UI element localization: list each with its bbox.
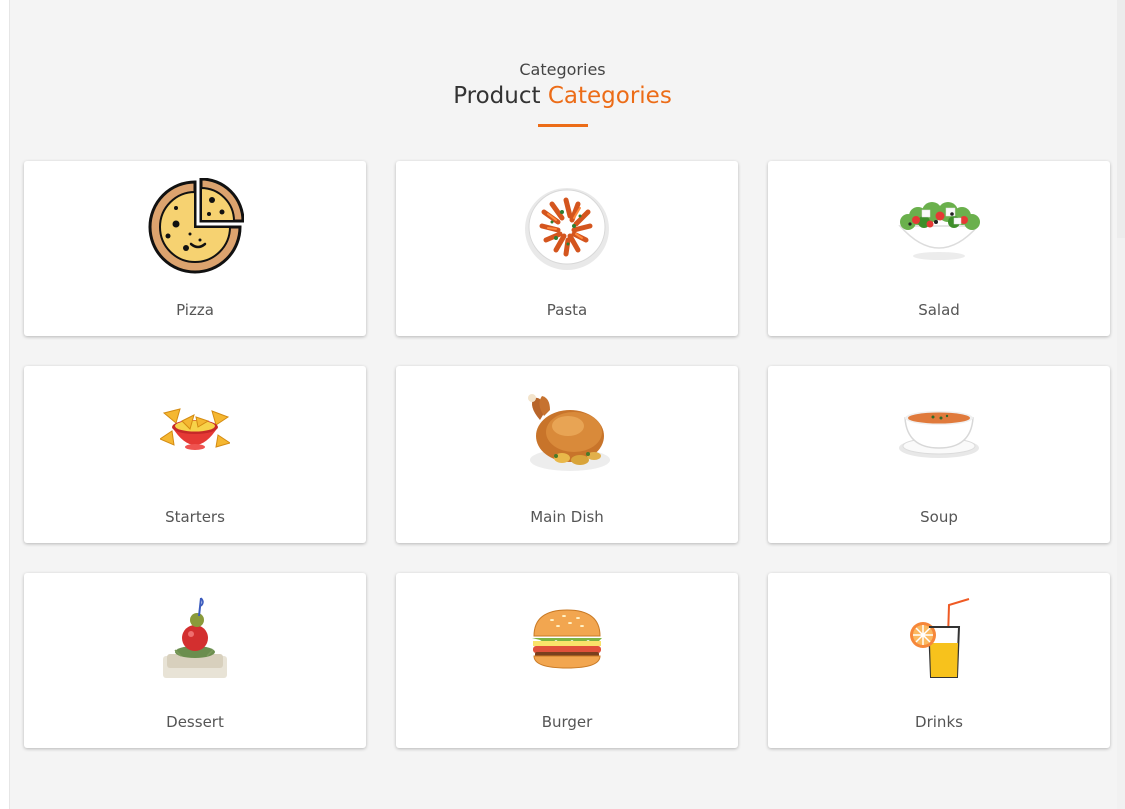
category-card-dessert[interactable]: Dessert (24, 573, 366, 748)
section-header: Categories Product Categories (0, 60, 1125, 127)
drink-icon (889, 589, 989, 689)
nachos-icon (145, 382, 245, 482)
category-card-soup[interactable]: Soup (768, 366, 1110, 543)
soup-bowl-image (889, 382, 989, 482)
category-label: Burger (541, 713, 593, 731)
category-card-drinks[interactable]: Drinks (768, 573, 1110, 748)
category-label: Dessert (166, 713, 224, 731)
category-label: Soup (920, 508, 958, 526)
category-card-burger[interactable]: Burger (396, 573, 738, 748)
section-title: Product Categories (0, 80, 1125, 112)
pasta-plate-image (517, 177, 617, 277)
category-card-main-dish[interactable]: Main Dish (396, 366, 738, 543)
salad-bowl-image (889, 177, 989, 277)
roast-chicken-image (517, 382, 617, 482)
category-label: Pasta (546, 301, 588, 319)
dessert-image (145, 589, 245, 689)
pizza-icon (145, 177, 245, 277)
category-card-pizza[interactable]: Pizza (24, 161, 366, 336)
category-card-salad[interactable]: Salad (768, 161, 1110, 336)
section-eyebrow: Categories (519, 60, 606, 79)
category-grid: Pizza Pasta Salad Starters Main Dish Sou… (24, 161, 1110, 748)
category-label: Main Dish (530, 508, 604, 526)
category-label: Salad (918, 301, 960, 319)
title-underline (537, 124, 588, 127)
section-title-main: Product (453, 83, 548, 109)
category-card-pasta[interactable]: Pasta (396, 161, 738, 336)
category-label: Drinks (915, 713, 963, 731)
section-title-accent: Categories (547, 83, 672, 109)
category-card-starters[interactable]: Starters (24, 366, 366, 543)
category-label: Pizza (176, 301, 214, 319)
burger-icon (517, 589, 617, 689)
category-label: Starters (165, 508, 225, 526)
